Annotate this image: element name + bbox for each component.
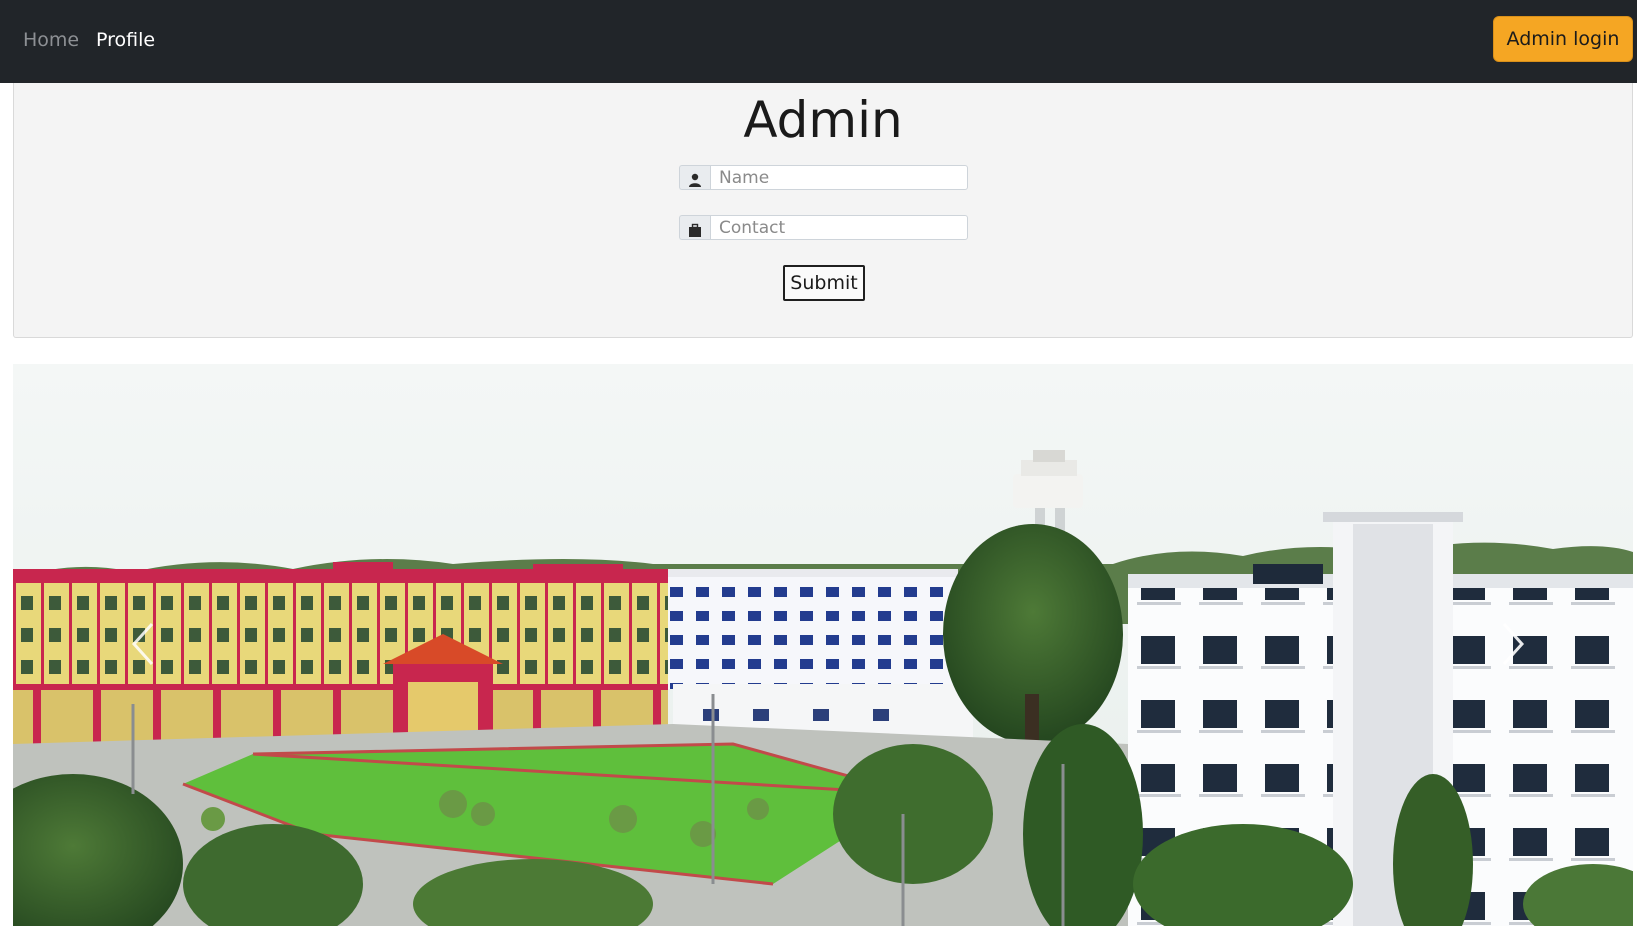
- name-input[interactable]: [710, 165, 968, 190]
- nav-link-home[interactable]: Home: [23, 29, 79, 51]
- briefcase-icon: [679, 215, 710, 240]
- submit-button[interactable]: Submit: [783, 265, 865, 301]
- image-carousel: [13, 364, 1633, 926]
- chevron-right-icon: [1502, 622, 1525, 666]
- admin-form-panel: Admin Submit: [13, 83, 1633, 338]
- carousel-prev-control[interactable]: [113, 604, 173, 684]
- user-icon: [679, 165, 710, 190]
- page-title: Admin: [743, 91, 903, 149]
- campus-buildings-photo: [13, 364, 1633, 926]
- nav-link-profile[interactable]: Profile: [96, 29, 155, 51]
- contact-field-group: [679, 215, 968, 240]
- carousel-next-control[interactable]: [1483, 604, 1543, 684]
- admin-login-button[interactable]: Admin login: [1493, 16, 1633, 62]
- name-field-group: [679, 165, 968, 190]
- contact-input[interactable]: [710, 215, 968, 240]
- navbar: Home Profile Admin login: [0, 0, 1637, 83]
- chevron-left-icon: [131, 622, 154, 666]
